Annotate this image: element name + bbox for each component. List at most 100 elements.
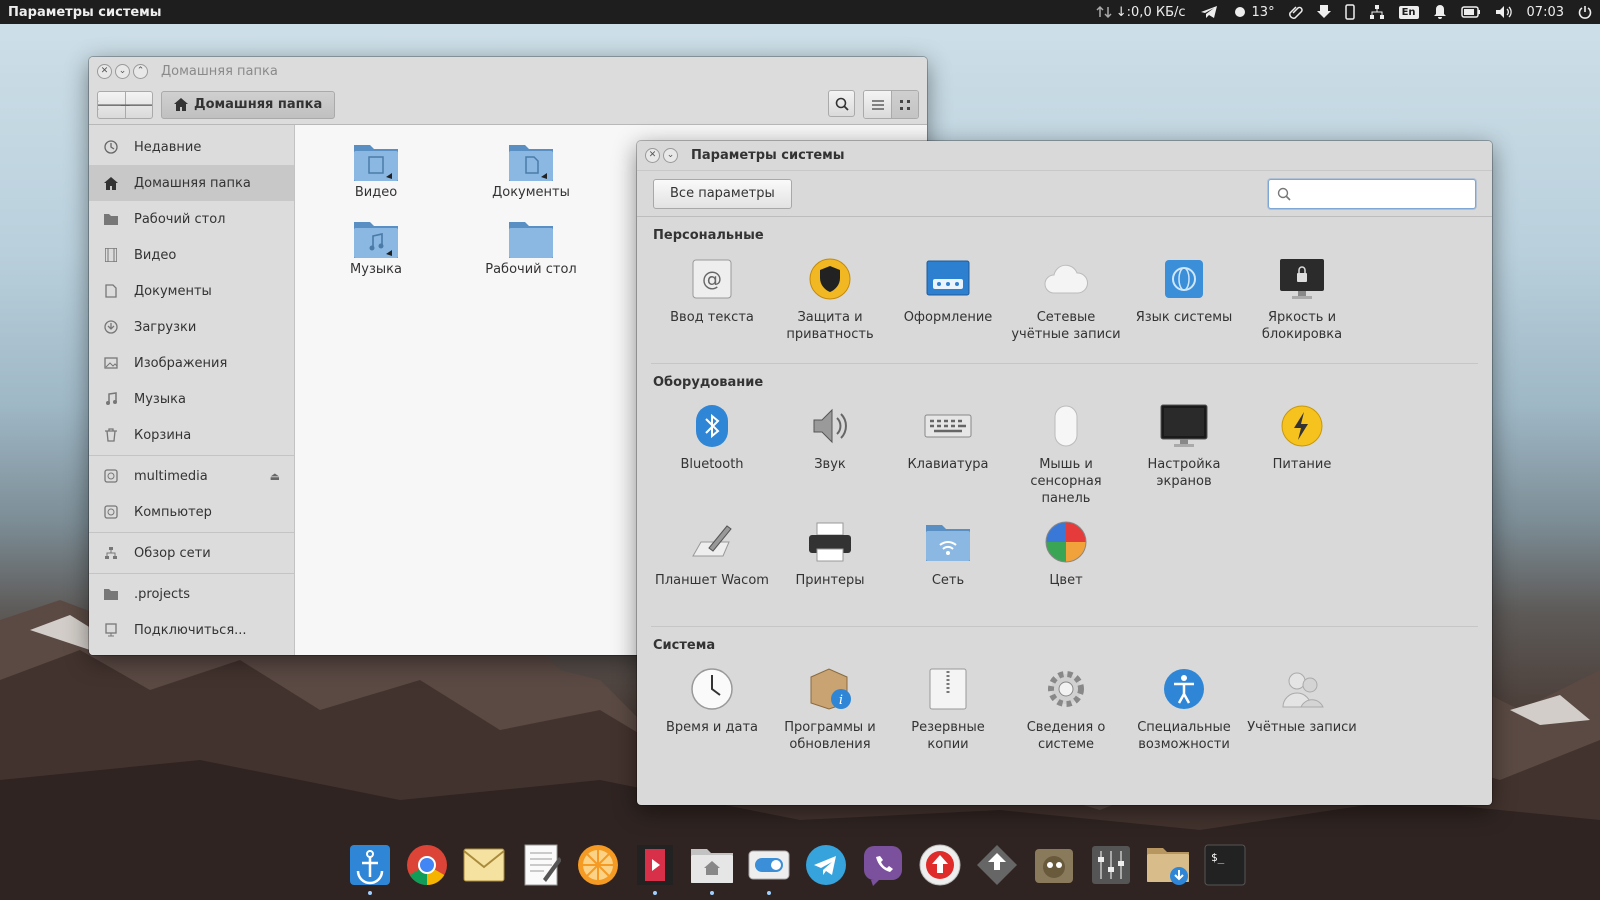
sidebar-item-documents[interactable]: Документы: [89, 273, 294, 309]
plug-date-time[interactable]: Время и дата: [653, 657, 771, 773]
files-icon[interactable]: [688, 841, 736, 895]
sidebar-item-desktop[interactable]: Рабочий стол: [89, 201, 294, 237]
network-speed-indicator[interactable]: ↓:0,0 КБ/с: [1096, 5, 1186, 20]
folder-item-music[interactable]: Музыка: [321, 216, 431, 277]
printer-icon: [806, 518, 854, 566]
search-input[interactable]: [1297, 186, 1457, 201]
plug-software-updates[interactable]: i Программы и обновления: [771, 657, 889, 773]
sidebar-item-connect[interactable]: Подключиться...: [89, 612, 294, 648]
sidebar-item-multimedia[interactable]: multimedia ⏏: [89, 458, 294, 494]
plug-label: Мышь и сенсорная панель: [1030, 457, 1102, 506]
switchboard-icon[interactable]: [745, 841, 793, 895]
home-icon: [174, 98, 188, 111]
speaker-icon: [806, 402, 854, 450]
breadcrumb[interactable]: Домашняя папка: [161, 90, 336, 119]
power-icon[interactable]: [1578, 5, 1592, 19]
grid-view-icon[interactable]: [891, 91, 918, 118]
plug-bluetooth[interactable]: Bluetooth: [653, 394, 771, 510]
sidebar-item-home[interactable]: Домашняя папка: [89, 165, 294, 201]
plug-text-input[interactable]: @ Ввод текста: [653, 247, 771, 363]
plug-user-accounts[interactable]: Учётные записи: [1243, 657, 1361, 773]
minimize-icon[interactable]: ⌄: [115, 63, 130, 79]
list-view-icon[interactable]: [864, 91, 891, 118]
sidebar-item-projects[interactable]: .projects: [89, 576, 294, 612]
plug-accessibility[interactable]: Специальные возможности: [1125, 657, 1243, 773]
keyboard-layout-indicator[interactable]: En: [1398, 5, 1419, 19]
telegram-icon[interactable]: [802, 841, 850, 889]
plug-security-privacy[interactable]: Защита и приватность: [771, 247, 889, 363]
maximize-icon[interactable]: ⌃: [133, 63, 148, 79]
plug-label: Сеть: [931, 573, 965, 588]
weather-indicator[interactable]: 13°: [1232, 4, 1275, 20]
chrome-icon[interactable]: [403, 841, 451, 889]
all-settings-button[interactable]: Все параметры: [653, 178, 792, 209]
plug-about[interactable]: Сведения о системе: [1007, 657, 1125, 773]
volume-icon[interactable]: [1495, 5, 1513, 19]
plug-keyboard[interactable]: Клавиатура: [889, 394, 1007, 510]
section-system: Система Время и дата i Программы и обнов…: [637, 627, 1492, 773]
sidebar-item-videos[interactable]: Видео: [89, 237, 294, 273]
phone-tray-icon[interactable]: [1344, 4, 1355, 20]
plug-appearance[interactable]: Оформление: [889, 247, 1007, 363]
plug-color[interactable]: Цвет: [1007, 510, 1125, 626]
desktop-folder-icon: [509, 222, 553, 258]
sidebar-item-label: .projects: [134, 586, 191, 602]
text-editor-icon[interactable]: [517, 841, 565, 889]
terminal-icon[interactable]: $_: [1201, 841, 1249, 889]
folder-item-desktop[interactable]: Рабочий стол: [476, 216, 586, 277]
svg-text:$_: $_: [1211, 851, 1225, 864]
sidebar-item-downloads[interactable]: Загрузки: [89, 309, 294, 345]
active-app-title[interactable]: Параметры системы: [8, 5, 162, 20]
plug-network[interactable]: Сеть: [889, 510, 1007, 626]
upload-icon[interactable]: [916, 841, 964, 889]
plug-power[interactable]: Питание: [1243, 394, 1361, 510]
plug-backups[interactable]: Резервные копии: [889, 657, 1007, 773]
orange-icon[interactable]: [574, 841, 622, 889]
plug-mouse-touchpad[interactable]: Мышь и сенсорная панель: [1007, 394, 1125, 510]
notifications-bell-icon[interactable]: [1433, 4, 1447, 20]
folder-item-label: Рабочий стол: [485, 262, 577, 277]
close-icon[interactable]: ✕: [645, 148, 660, 163]
downloads-icon[interactable]: [1144, 841, 1192, 889]
anchor-launcher-icon[interactable]: [346, 841, 394, 895]
sidebar-item-trash[interactable]: Корзина: [89, 417, 294, 453]
clock[interactable]: 07:03: [1527, 5, 1564, 20]
close-icon[interactable]: ✕: [97, 63, 112, 79]
forward-arrow-icon[interactable]: 🡒: [119, 91, 152, 118]
sidebar-item-computer[interactable]: Компьютер: [89, 494, 294, 530]
battery-icon[interactable]: [1460, 6, 1481, 18]
plug-printers[interactable]: Принтеры: [771, 510, 889, 626]
gimp-icon[interactable]: [1030, 841, 1078, 889]
telegram-tray-icon[interactable]: [1200, 5, 1218, 19]
folder-item-videos[interactable]: Видео: [321, 139, 431, 200]
viber-icon[interactable]: [859, 841, 907, 889]
sidebar-item-network[interactable]: Обзор сети: [89, 535, 294, 571]
plug-label: Специальные возможности: [1137, 720, 1231, 752]
minimize-icon[interactable]: ⌄: [663, 148, 678, 163]
settings-toolbar: Все параметры: [637, 171, 1492, 217]
plug-wacom-tablet[interactable]: Планшет Wacom: [653, 510, 771, 626]
plug-brightness-lock[interactable]: Яркость и блокировка: [1243, 247, 1361, 363]
plug-grid: Bluetooth Звук Клавиатура Мышь и сенсорн…: [653, 394, 1478, 626]
plug-displays[interactable]: Настройка экранов: [1125, 394, 1243, 510]
clock-icon: [688, 665, 736, 713]
package-icon[interactable]: [973, 841, 1021, 889]
plug-language[interactable]: Язык системы: [1125, 247, 1243, 363]
folder-item-documents[interactable]: Документы: [476, 139, 586, 200]
mixer-icon[interactable]: [1087, 841, 1135, 889]
eject-icon[interactable]: ⏏: [270, 470, 280, 483]
network-tray-icon[interactable]: [1369, 4, 1385, 20]
download-tray-icon[interactable]: [1316, 4, 1331, 20]
sidebar-item-pictures[interactable]: Изображения: [89, 345, 294, 381]
globe-icon: [1160, 255, 1208, 303]
settings-search[interactable]: [1268, 178, 1476, 209]
search-button[interactable]: [828, 90, 855, 117]
top-panel: Параметры системы ↓:0,0 КБ/с 13° En 07:0…: [0, 0, 1600, 24]
plug-online-accounts[interactable]: Сетевые учётные записи: [1007, 247, 1125, 363]
paperclip-tray-icon[interactable]: [1288, 4, 1303, 20]
sidebar-item-music[interactable]: Музыка: [89, 381, 294, 417]
mail-icon[interactable]: [460, 841, 508, 889]
plug-sound[interactable]: Звук: [771, 394, 889, 510]
video-player-icon[interactable]: [631, 841, 679, 895]
sidebar-item-recent[interactable]: Недавние: [89, 129, 294, 165]
